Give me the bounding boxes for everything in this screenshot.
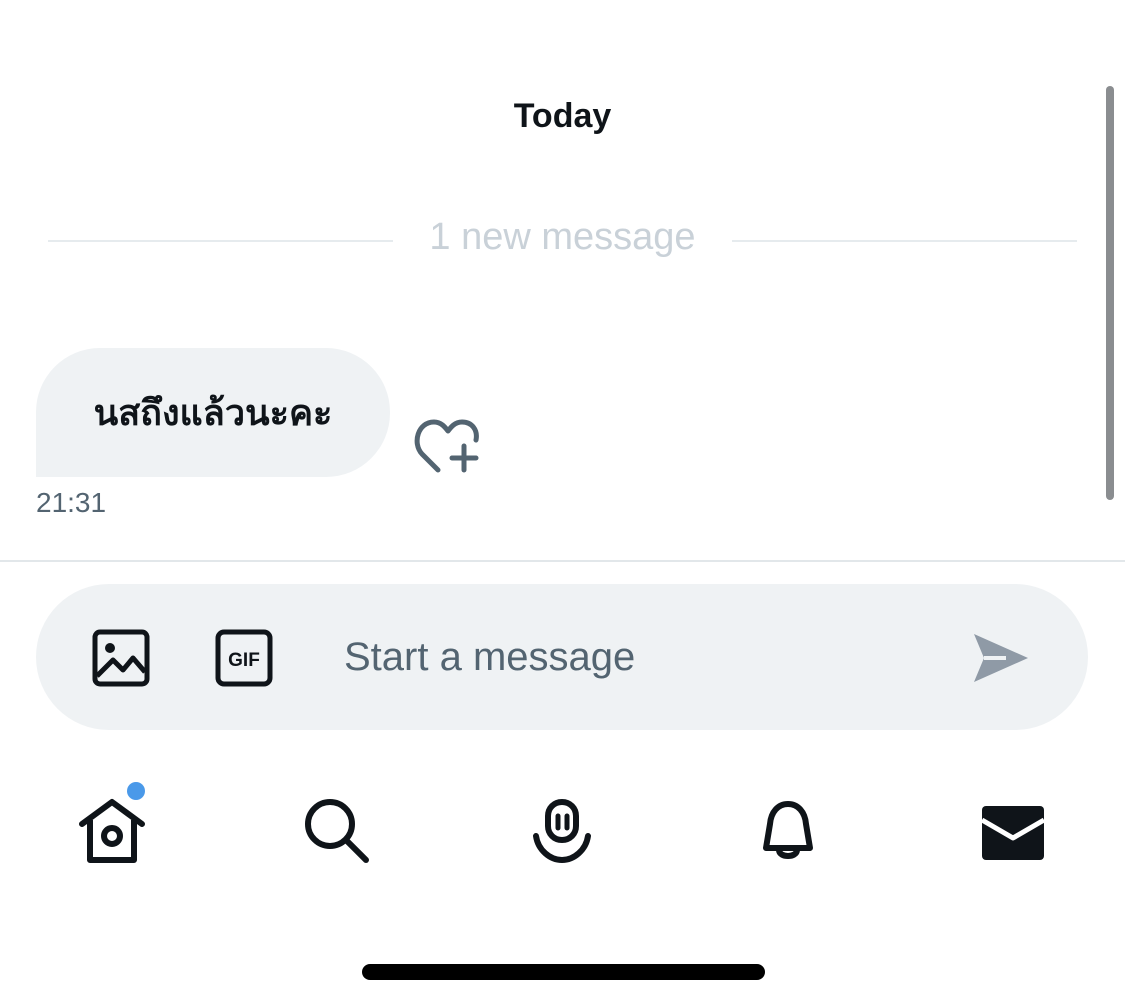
image-button[interactable]: [91, 628, 151, 688]
spaces-icon: [533, 798, 591, 864]
send-icon: [974, 634, 1028, 682]
gif-icon: GIF: [215, 629, 273, 687]
nav-messages[interactable]: [972, 790, 1052, 870]
notification-dot: [127, 782, 145, 800]
message-bubble[interactable]: นสถึงแล้วนะคะ: [36, 348, 390, 477]
mail-icon: [980, 806, 1046, 860]
home-indicator[interactable]: [362, 964, 765, 980]
gif-button[interactable]: GIF: [214, 628, 274, 688]
home-icon: [79, 799, 145, 863]
nav-home[interactable]: [72, 790, 152, 870]
bell-icon: [763, 801, 813, 859]
nav-search[interactable]: [296, 790, 376, 870]
heart-plus-icon: [414, 419, 479, 473]
nav-notifications[interactable]: [748, 790, 828, 870]
composer-separator: [0, 560, 1125, 562]
new-message-divider-left: [48, 240, 393, 242]
date-header: Today: [513, 97, 612, 135]
message-text: นสถึงแล้วนะคะ: [93, 393, 333, 434]
message-input[interactable]: [344, 626, 924, 688]
search-icon: [305, 799, 369, 863]
add-reaction-button[interactable]: [414, 410, 486, 474]
scrollbar[interactable]: [1106, 86, 1114, 500]
new-message-label: 1 new message: [429, 216, 696, 258]
message-composer: GIF: [36, 584, 1088, 730]
message-timestamp: 21:31: [36, 487, 107, 518]
image-icon: [92, 629, 150, 687]
gif-icon-text: GIF: [228, 650, 260, 671]
send-button[interactable]: [970, 628, 1032, 688]
new-message-divider-right: [732, 240, 1077, 242]
nav-spaces[interactable]: [522, 790, 602, 870]
